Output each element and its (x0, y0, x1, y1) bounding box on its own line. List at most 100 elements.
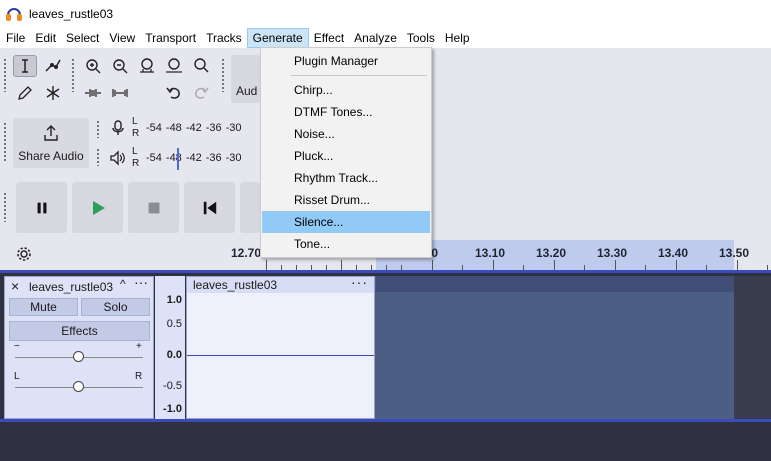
track-name[interactable]: leaves_rustle03 (29, 280, 113, 294)
pan-slider-knob[interactable] (73, 381, 84, 392)
ruler-tick-label: 13.30 (597, 246, 628, 260)
toolbar-grip[interactable] (3, 192, 7, 222)
clip-header[interactable]: leaves_rustle03 ··· (187, 274, 374, 293)
audacity-logo-icon (6, 6, 22, 22)
toolbar-grip[interactable] (71, 58, 75, 92)
menu-effect[interactable]: Effect (309, 28, 349, 48)
toolbar-grip[interactable] (96, 148, 100, 166)
stop-button[interactable] (128, 182, 179, 233)
collapse-track-icon[interactable]: ^ (120, 277, 126, 291)
trim-audio-icon (85, 89, 101, 97)
toolbar-grip[interactable] (3, 122, 7, 162)
share-audio-label: Share Audio (18, 149, 84, 163)
menu-item-noise[interactable]: Noise... (262, 123, 430, 145)
menu-analyze[interactable]: Analyze (349, 28, 402, 48)
meter-scale: -54 -48 -42 -36 -30 (146, 152, 242, 164)
menu-tracks[interactable]: Tracks (201, 28, 247, 48)
microphone-icon (112, 120, 124, 135)
play-button[interactable] (72, 182, 123, 233)
menu-item-chirp[interactable]: Chirp... (262, 79, 430, 101)
solo-button[interactable]: Solo (81, 298, 150, 316)
multi-tool-button[interactable] (41, 82, 65, 104)
meter-left-label: L (132, 146, 138, 157)
toolbar-grip[interactable] (3, 58, 7, 92)
redo-button[interactable] (189, 82, 213, 104)
generate-menu: Plugin Manager Chirp... DTMF Tones... No… (260, 47, 432, 258)
timeline-settings-button[interactable] (12, 243, 36, 265)
ruler-tick-label: 13.50 (719, 246, 750, 260)
record-meter[interactable]: L R -54 -48 -42 -36 -30 (132, 116, 260, 142)
zoom-out-button[interactable] (108, 55, 132, 77)
menu-item-pluck[interactable]: Pluck... (262, 145, 430, 167)
envelope-tool-button[interactable] (41, 55, 65, 77)
silence-selection-button[interactable] (108, 82, 132, 104)
menu-help[interactable]: Help (440, 28, 475, 48)
fit-project-button[interactable] (162, 55, 186, 77)
menu-tools[interactable]: Tools (402, 28, 440, 48)
redo-icon (195, 87, 209, 99)
menu-item-plugin-manager[interactable]: Plugin Manager (262, 50, 430, 72)
window-title: leaves_rustle03 (29, 6, 114, 21)
toolbar-grip[interactable] (96, 120, 100, 138)
draw-tool-button[interactable] (13, 82, 37, 104)
zoom-toggle-icon (194, 58, 209, 73)
ruler-tick-label: 13.20 (536, 246, 567, 260)
stop-icon (148, 202, 159, 213)
zoom-in-button[interactable] (81, 55, 105, 77)
pan-left-label: L (14, 371, 20, 382)
audio-clip[interactable]: leaves_rustle03 ··· (186, 274, 375, 419)
menu-select[interactable]: Select (61, 28, 104, 48)
clip-menu-icon[interactable]: ··· (351, 274, 368, 290)
menu-item-silence[interactable]: Silence... (262, 211, 430, 233)
fit-selection-button[interactable] (135, 55, 159, 77)
playback-meter-button[interactable] (106, 147, 130, 169)
menu-file[interactable]: File (1, 28, 30, 48)
close-track-icon[interactable]: × (11, 278, 19, 294)
menu-view[interactable]: View (104, 28, 140, 48)
playback-meter[interactable]: L R -54 -48 -42 -36 -30 (132, 146, 260, 172)
skip-to-end-button[interactable] (240, 182, 260, 233)
toolbar-grip[interactable] (221, 58, 225, 92)
share-audio-button[interactable]: Share Audio (13, 118, 89, 168)
meter-left-label: L (132, 116, 138, 127)
pan-right-label: R (135, 371, 143, 382)
ruler-tick-label: 13.40 (658, 246, 689, 260)
asterisk-icon (46, 86, 60, 100)
pause-button[interactable] (16, 182, 67, 233)
menu-item-tone[interactable]: Tone... (262, 233, 430, 255)
menu-item-risset-drum[interactable]: Risset Drum... (262, 189, 430, 211)
record-meter-button[interactable] (106, 117, 130, 139)
track-control-panel[interactable]: × leaves_rustle03 ^ ··· Mute Solo Effect… (4, 274, 154, 419)
i-beam-icon (22, 59, 28, 73)
skip-start-icon (203, 201, 216, 214)
selected-region-header (376, 276, 734, 292)
menu-item-rhythm-track[interactable]: Rhythm Track... (262, 167, 430, 189)
title-bar: leaves_rustle03 (0, 0, 771, 27)
track-menu-icon[interactable]: ··· (134, 274, 148, 290)
menu-edit[interactable]: Edit (30, 28, 61, 48)
undo-button[interactable] (162, 82, 186, 104)
playback-position-marker (177, 148, 179, 170)
mute-button[interactable]: Mute (9, 298, 78, 316)
zoom-selection-icon (140, 58, 154, 73)
trim-outside-button[interactable] (81, 82, 105, 104)
play-icon (92, 200, 105, 215)
gain-slider-knob[interactable] (73, 351, 84, 362)
meter-right-label: R (132, 158, 140, 169)
waveform (187, 355, 374, 356)
selection-tool-button[interactable] (13, 55, 37, 77)
menu-generate[interactable]: Generate (246, 27, 309, 48)
clip-name: leaves_rustle03 (193, 278, 278, 292)
menu-item-dtmf-tones[interactable]: DTMF Tones... (262, 101, 430, 123)
skip-to-start-button[interactable] (184, 182, 235, 233)
effects-button[interactable]: Effects (9, 321, 150, 341)
menu-transport[interactable]: Transport (140, 28, 201, 48)
zoom-fit-icon (166, 58, 182, 73)
ruler-tick-label: 12.70 (231, 246, 262, 260)
empty-track-area (734, 276, 771, 419)
gain-plus-label: + (136, 341, 142, 352)
zoom-toggle-button[interactable] (189, 55, 213, 77)
gain-minus-label: − (14, 341, 20, 352)
upload-icon (44, 125, 58, 141)
audio-setup-label: Aud (236, 84, 258, 98)
